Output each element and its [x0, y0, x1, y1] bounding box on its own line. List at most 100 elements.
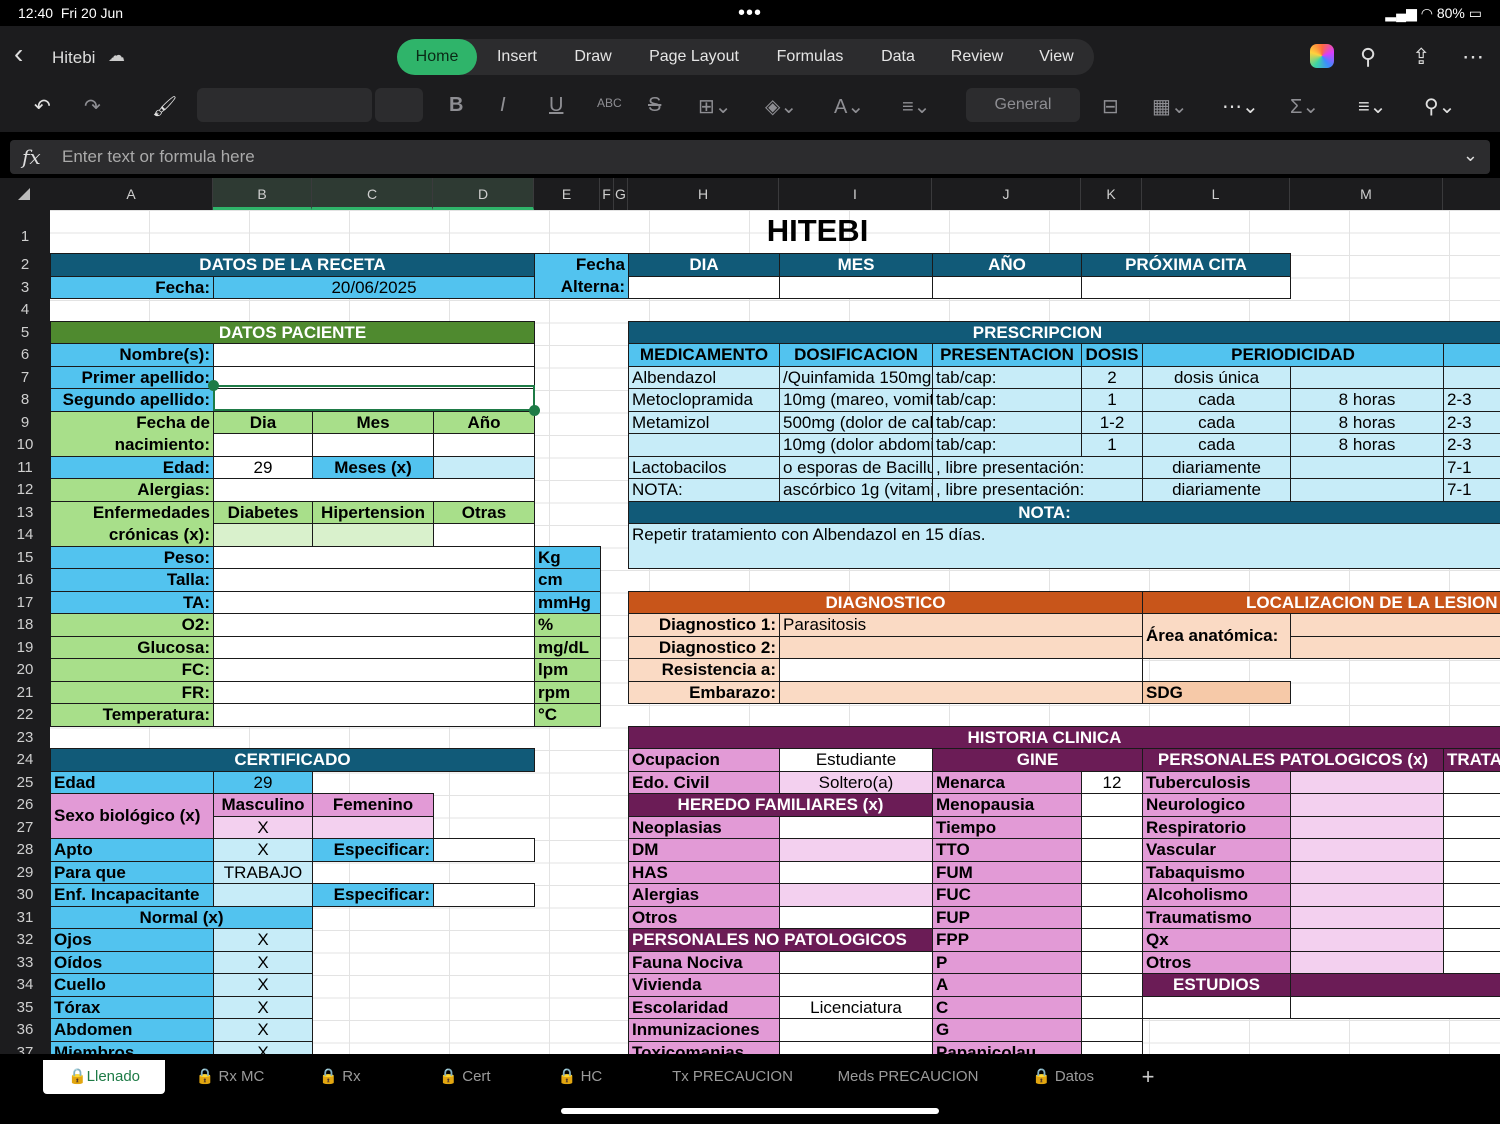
pat-label[interactable]: Tuberculosis — [1142, 770, 1291, 794]
localizacion-header[interactable]: LOCALIZACION DE LA LESION — [1142, 590, 1500, 614]
vital-label[interactable]: Temperatura: — [50, 703, 214, 727]
row-header[interactable]: 28 — [0, 841, 50, 858]
heredo-value[interactable] — [779, 838, 933, 862]
birthdate-label[interactable]: Fecha de nacimiento: — [50, 410, 214, 457]
diabetes-label[interactable]: Diabetes — [213, 500, 313, 524]
tab-home[interactable]: Home — [397, 39, 477, 75]
no-pat-value[interactable] — [779, 973, 933, 997]
exam-label[interactable]: Ojos — [50, 928, 214, 952]
fecha-alterna-label[interactable]: Fecha Alterna: — [534, 253, 629, 299]
exam-value[interactable]: X — [213, 1040, 313, 1054]
tab-page-layout[interactable]: Page Layout — [629, 39, 759, 75]
gine-value[interactable] — [1081, 995, 1143, 1019]
anio-label[interactable]: Año — [433, 410, 535, 434]
sheet-tab-rx[interactable]: 🔒 Rx — [300, 1060, 380, 1094]
row-header[interactable]: 14 — [0, 526, 50, 543]
enf-incap-value[interactable] — [213, 883, 313, 907]
resu-header[interactable]: RESU — [1290, 973, 1500, 997]
vital-label[interactable]: Glucosa: — [50, 635, 214, 659]
row-header[interactable]: 8 — [0, 391, 50, 408]
row-header[interactable]: 7 — [0, 369, 50, 386]
row-header[interactable]: 5 — [0, 324, 50, 341]
area-label[interactable]: Área anatómica: — [1142, 613, 1291, 659]
autosum-icon[interactable]: Σ⌄ — [1290, 94, 1319, 119]
sheet-tab-rx-mc[interactable]: 🔒 Rx MC — [180, 1060, 280, 1094]
exam-value[interactable]: X — [213, 1018, 313, 1042]
gine-value[interactable] — [1081, 860, 1143, 884]
exam-label[interactable]: Miembros — [50, 1040, 214, 1054]
pat-value[interactable] — [1290, 860, 1444, 884]
spellcheck-icon[interactable]: ABC — [597, 96, 622, 110]
gine-label[interactable]: FPP — [932, 928, 1082, 952]
more-tools-icon[interactable]: ⋯⌄ — [1222, 94, 1259, 119]
edad-value[interactable]: 29 — [213, 455, 313, 479]
row-header[interactable]: 15 — [0, 549, 50, 566]
underline-icon[interactable]: U — [549, 94, 563, 117]
row-header[interactable]: 12 — [0, 481, 50, 498]
row-header[interactable]: 1 — [0, 228, 50, 245]
strikethrough-icon[interactable]: S — [648, 94, 661, 117]
hipertension-label[interactable]: Hipertension — [312, 500, 434, 524]
row-header[interactable]: 27 — [0, 819, 50, 836]
prescripcion-col-header[interactable]: DOSIFICACION — [779, 343, 933, 367]
column-header-m[interactable]: M — [1290, 178, 1443, 210]
vital-unit[interactable]: lpm — [534, 658, 601, 682]
periodicidad2-cell[interactable] — [1290, 478, 1444, 502]
gine-value[interactable] — [1081, 838, 1143, 862]
exam-value[interactable]: X — [213, 973, 313, 997]
share-icon[interactable]: ⇪ — [1412, 44, 1430, 70]
multitask-dots[interactable]: ••• — [738, 2, 762, 25]
apto-value[interactable]: X — [213, 838, 313, 862]
otras-input[interactable] — [433, 523, 535, 547]
vital-label[interactable]: Peso: — [50, 545, 214, 569]
gine-label[interactable]: Menopausia — [932, 793, 1082, 817]
trat-value[interactable] — [1443, 950, 1500, 974]
row-header[interactable]: 18 — [0, 616, 50, 633]
prescripcion-col-header[interactable]: MEDICAMENTO — [628, 343, 780, 367]
pat-value[interactable] — [1290, 793, 1444, 817]
row-header[interactable]: 24 — [0, 751, 50, 768]
exam-value[interactable]: X — [213, 950, 313, 974]
anio-header[interactable]: AÑO — [932, 253, 1082, 277]
pat-label[interactable]: Respiratorio — [1142, 815, 1291, 839]
gine-value[interactable] — [1081, 928, 1143, 952]
dia-label[interactable]: Dia — [213, 410, 313, 434]
med-cell[interactable]: Metoclopramida — [628, 388, 780, 412]
nota-header[interactable]: NOTA: — [628, 500, 1500, 524]
row-header[interactable]: 32 — [0, 931, 50, 948]
exam-label[interactable]: Abdomen — [50, 1018, 214, 1042]
row-header[interactable]: 36 — [0, 1021, 50, 1038]
tab-review[interactable]: Review — [935, 39, 1019, 75]
row-header[interactable]: 31 — [0, 909, 50, 926]
prescripcion-col-header[interactable]: DOSIS — [1081, 343, 1143, 367]
row-header[interactable]: 9 — [0, 414, 50, 431]
no-pat-value[interactable] — [779, 1040, 933, 1054]
no-pat-label[interactable]: Vivienda — [628, 973, 780, 997]
home-indicator[interactable] — [561, 1108, 939, 1114]
meses-input[interactable] — [433, 455, 535, 479]
pat-value[interactable] — [1290, 815, 1444, 839]
sheet-tab-cert[interactable]: 🔒 Cert — [420, 1060, 510, 1094]
sheet-tab-meds-precaucion[interactable]: Meds PRECAUCION — [828, 1060, 988, 1094]
dosif-cell[interactable]: 10mg (mareo, vomito) — [779, 388, 933, 412]
sheet-tab-llenado[interactable]: 🔒Llenado — [43, 1060, 165, 1094]
gine-header[interactable]: GINE — [932, 748, 1143, 772]
dosif-cell[interactable]: 10mg (dolor abdominal) — [779, 433, 933, 457]
row-header[interactable]: 10 — [0, 436, 50, 453]
gine-label[interactable]: G — [932, 1018, 1082, 1042]
vital-input[interactable] — [213, 545, 535, 569]
pres-cell[interactable]: tab/cap: — [932, 410, 1082, 434]
dosis-cell[interactable]: 2 — [1081, 365, 1143, 389]
tab-data[interactable]: Data — [861, 39, 935, 75]
heredo-label[interactable]: Otros — [628, 905, 780, 929]
vital-unit[interactable]: cm — [534, 568, 601, 592]
mes-label[interactable]: Mes — [312, 410, 434, 434]
trat-value[interactable] — [1443, 793, 1500, 817]
meses-label[interactable]: Meses (x) — [312, 455, 434, 479]
ocupacion-value[interactable]: Estudiante — [779, 748, 933, 772]
diagnostico-header[interactable]: DIAGNOSTICO — [628, 590, 1143, 614]
row-header[interactable]: 17 — [0, 594, 50, 611]
chevron-down-icon[interactable]: ⌄ — [1463, 145, 1478, 166]
duracion-cell[interactable]: 2-3 — [1443, 410, 1500, 434]
vital-input[interactable] — [213, 703, 535, 727]
